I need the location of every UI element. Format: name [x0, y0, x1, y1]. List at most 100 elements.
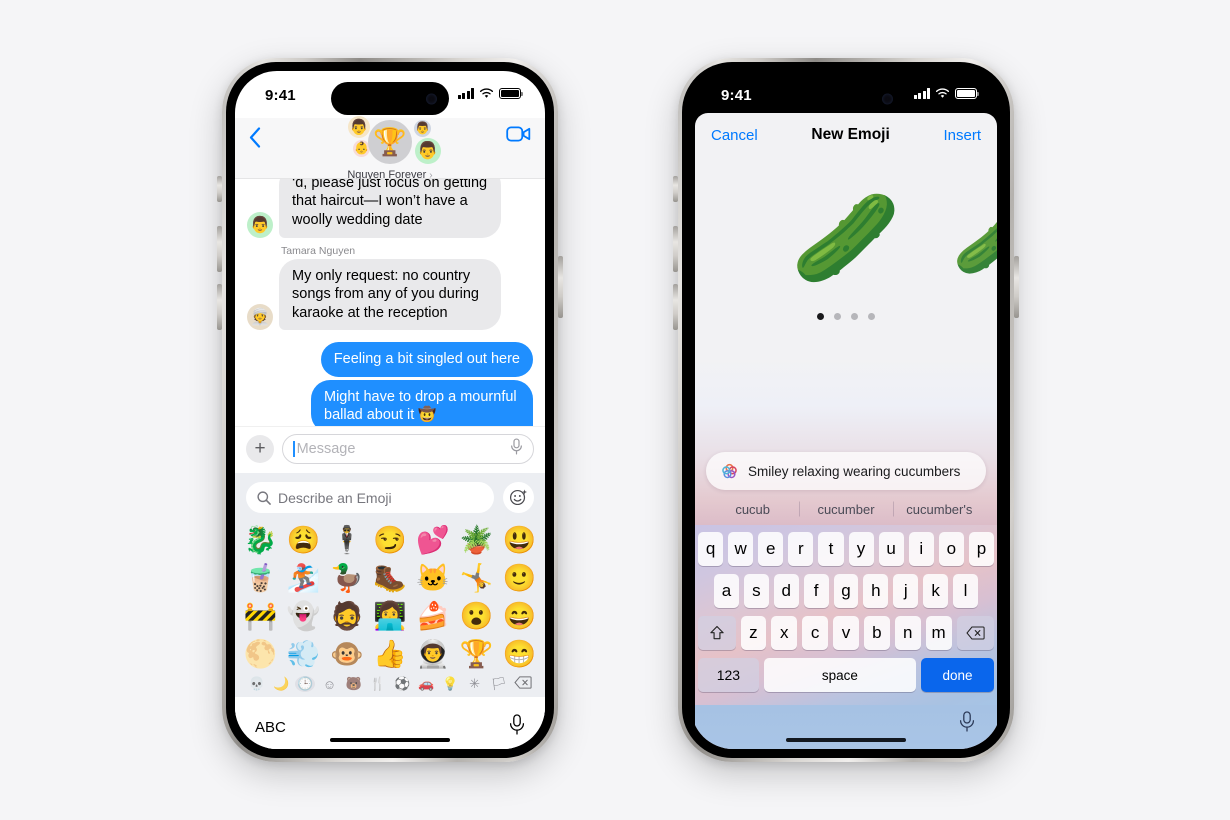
key-f[interactable]: f	[803, 574, 829, 608]
key-j[interactable]: j	[893, 574, 919, 608]
emoji-cell[interactable]: 👻	[282, 598, 325, 634]
key-x[interactable]: x	[771, 616, 798, 650]
key-q[interactable]: q	[698, 532, 724, 566]
category-symbols-icon[interactable]: ✳	[465, 676, 485, 692]
category-food-icon[interactable]: 🍴	[368, 676, 388, 692]
emoji-cell[interactable]: 😃	[498, 522, 541, 558]
page-dot[interactable]	[868, 313, 875, 320]
emoji-grid[interactable]: 🐉 😩 🕴️ 😏 💕 🪴 😃 🧋 🏂 🦆 🥾 🐱 🤸 🙂	[235, 522, 545, 672]
page-dot[interactable]	[851, 313, 858, 320]
emoji-cell[interactable]: 🧔	[325, 598, 368, 634]
category-objects-icon[interactable]: 💡	[440, 676, 460, 692]
key-e[interactable]: e	[758, 532, 784, 566]
message-bubble-incoming[interactable]: My only request: no country songs from a…	[279, 258, 501, 331]
category-moon-icon[interactable]: 🌙	[271, 676, 291, 692]
insert-button[interactable]: Insert	[943, 127, 981, 144]
key-a[interactable]: a	[714, 574, 739, 608]
facetime-button[interactable]	[506, 118, 531, 147]
emoji-cell[interactable]: 🐱	[412, 560, 455, 596]
page-dot-active[interactable]	[817, 313, 824, 320]
emoji-cell[interactable]: 🍰	[412, 598, 455, 634]
volume-up-button[interactable]	[673, 226, 678, 272]
space-key[interactable]: space	[763, 658, 916, 692]
key-o[interactable]: o	[938, 532, 964, 566]
key-b[interactable]: b	[863, 616, 890, 650]
back-button[interactable]	[249, 118, 261, 152]
cancel-button[interactable]: Cancel	[711, 127, 758, 144]
volume-up-button[interactable]	[217, 226, 222, 272]
genmoji-cucumber-smiley-relaxed[interactable]: 🥒	[791, 194, 901, 282]
key-h[interactable]: h	[863, 574, 889, 608]
key-w[interactable]: w	[728, 532, 754, 566]
suggestion-item[interactable]: cucumber's	[893, 502, 986, 517]
key-p[interactable]: p	[968, 532, 994, 566]
genmoji-prompt-input[interactable]: Smiley relaxing wearing cucumbers	[706, 452, 986, 490]
emoji-cell[interactable]: 😁	[498, 636, 541, 672]
suggestion-item[interactable]: cucumber	[799, 502, 892, 517]
genmoji-carousel[interactable]: 🥒 🥒	[695, 152, 997, 452]
emoji-cell[interactable]: 🚧	[239, 598, 282, 634]
emoji-cell[interactable]: 🙂	[498, 560, 541, 596]
emoji-cell[interactable]: 🏆	[455, 636, 498, 672]
numbers-key[interactable]: 123	[698, 658, 759, 692]
emoji-cell[interactable]: 🕴️	[325, 522, 368, 558]
conversation-header[interactable]: 👨 👶 🏆 👨 👨 Nguyen Forever ›	[310, 115, 470, 181]
volume-down-button[interactable]	[673, 284, 678, 330]
suggestion-item[interactable]: cucub	[706, 502, 799, 517]
silent-switch[interactable]	[673, 176, 678, 202]
emoji-cell[interactable]: 💨	[282, 636, 325, 672]
emoji-cell[interactable]: 🧋	[239, 560, 282, 596]
power-button[interactable]	[558, 256, 563, 318]
emoji-cell[interactable]: 🪴	[455, 522, 498, 558]
silent-switch[interactable]	[217, 176, 222, 202]
key-k[interactable]: k	[923, 574, 949, 608]
key-m[interactable]: m	[925, 616, 952, 650]
emoji-cell[interactable]: 😏	[368, 522, 411, 558]
emoji-cell[interactable]: 💕	[412, 522, 455, 558]
category-smileys-icon[interactable]: ☺	[320, 677, 340, 692]
emoji-cell[interactable]: 🐵	[325, 636, 368, 672]
key-c[interactable]: c	[802, 616, 829, 650]
emoji-cell[interactable]: 🥾	[368, 560, 411, 596]
dictation-button[interactable]	[959, 711, 975, 737]
emoji-cell[interactable]: 🤸	[455, 560, 498, 596]
category-animals-icon[interactable]: 🐻	[344, 676, 364, 692]
message-list[interactable]: 👨 ‘d, please just focus on getting that …	[235, 178, 545, 426]
emoji-cell[interactable]: 🏂	[282, 560, 325, 596]
category-flags-icon[interactable]: 🏳	[489, 676, 509, 692]
emoji-search-input[interactable]: Describe an Emoji	[246, 482, 494, 513]
dictation-button[interactable]	[509, 714, 525, 740]
genmoji-sparkle-icon[interactable]	[503, 482, 534, 513]
backspace-icon[interactable]	[956, 616, 995, 650]
key-l[interactable]: l	[953, 574, 979, 608]
emoji-cell[interactable]: 🦆	[325, 560, 368, 596]
microphone-icon[interactable]	[510, 438, 523, 460]
message-bubble-outgoing[interactable]: Feeling a bit singled out here	[320, 342, 533, 377]
emoji-cell[interactable]: 👨‍🚀	[412, 636, 455, 672]
emoji-cell[interactable]: 😩	[282, 522, 325, 558]
backspace-icon[interactable]	[513, 676, 533, 692]
plus-icon[interactable]: +	[246, 435, 274, 463]
key-u[interactable]: u	[878, 532, 904, 566]
message-input[interactable]: Message	[282, 434, 534, 464]
key-g[interactable]: g	[833, 574, 859, 608]
emoji-cell[interactable]: 😮	[455, 598, 498, 634]
key-y[interactable]: y	[848, 532, 874, 566]
emoji-cell[interactable]: 🌕	[239, 636, 282, 672]
done-key[interactable]: done	[920, 658, 994, 692]
key-d[interactable]: d	[773, 574, 799, 608]
category-travel-icon[interactable]: 🚗	[416, 676, 436, 692]
key-n[interactable]: n	[894, 616, 921, 650]
sidebar-item-frequently-used[interactable]: 🕒	[295, 676, 316, 692]
page-dot[interactable]	[834, 313, 841, 320]
key-v[interactable]: v	[833, 616, 859, 650]
shift-icon[interactable]	[698, 616, 736, 650]
key-s[interactable]: s	[743, 574, 769, 608]
category-activity-icon[interactable]: ⚽	[392, 676, 412, 692]
emoji-cell[interactable]: 😄	[498, 598, 541, 634]
category-skull-icon[interactable]: 💀	[247, 676, 267, 692]
key-i[interactable]: i	[908, 532, 934, 566]
emoji-cell[interactable]: 🐉	[239, 522, 282, 558]
genmoji-cucumber-smiley-grinning[interactable]: 🥒	[953, 207, 997, 273]
key-r[interactable]: r	[788, 532, 814, 566]
